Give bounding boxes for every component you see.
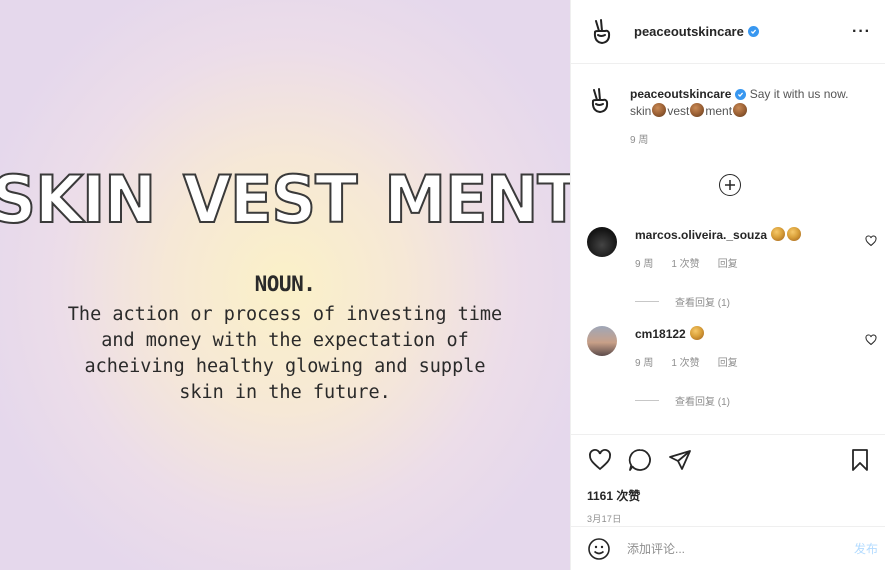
definition: The action or process of investing time … xyxy=(0,302,570,406)
comments-list[interactable]: peaceoutskincare Say it with us now. ski… xyxy=(571,64,885,434)
avatar[interactable] xyxy=(587,227,617,257)
view-replies-label: 查看回复 (1) xyxy=(675,298,730,309)
post-actions: 1161 次赞 3月17日 xyxy=(571,434,885,525)
headline-word-ment: MENT xyxy=(383,160,570,239)
heart-icon[interactable] xyxy=(865,235,877,247)
post-header: peaceoutskincare ··· xyxy=(571,0,885,64)
view-replies-label: 查看回复 (1) xyxy=(675,397,730,408)
header-username[interactable]: peaceoutskincare xyxy=(634,24,744,39)
reply-button[interactable]: 回复 xyxy=(718,354,738,369)
hand-emoji-icon xyxy=(733,103,748,117)
load-more-comments-button[interactable] xyxy=(719,174,741,196)
view-replies-button[interactable]: 查看回复 (1) xyxy=(635,393,877,408)
more-options-icon[interactable]: ··· xyxy=(852,23,871,41)
hand-emoji-icon xyxy=(690,103,705,117)
hand-emoji-icon xyxy=(787,227,802,241)
hand-emoji-icon xyxy=(771,227,786,241)
peace-hand-icon[interactable] xyxy=(587,86,613,116)
comment-username[interactable]: cm18122 xyxy=(635,327,686,341)
bookmark-icon[interactable] xyxy=(848,447,872,473)
comment-item: cm18122 9 周 1 次赞 回复 查看回复 (1) xyxy=(587,326,877,408)
divider xyxy=(635,400,659,401)
verified-badge-icon xyxy=(747,26,759,37)
caption-username[interactable]: peaceoutskincare xyxy=(630,87,731,101)
comment-input[interactable] xyxy=(627,541,854,556)
instagram-post: SKIN VEST MENT NOUN. The action or proce… xyxy=(0,0,885,570)
post-image[interactable]: SKIN VEST MENT NOUN. The action or proce… xyxy=(0,0,570,570)
caption-time[interactable]: 9 周 xyxy=(630,132,872,149)
headline: SKIN VEST MENT xyxy=(0,160,570,239)
share-icon[interactable] xyxy=(667,448,693,472)
post-date[interactable]: 3月17日 xyxy=(587,512,872,525)
post-comment-button[interactable]: 发布 xyxy=(854,540,878,557)
comment-likes[interactable]: 1 次赞 xyxy=(671,354,699,369)
emoji-icon[interactable] xyxy=(587,537,611,561)
comment-text: cm18122 xyxy=(635,326,859,342)
peace-hand-icon[interactable] xyxy=(587,17,617,47)
avatar[interactable] xyxy=(587,326,617,356)
reply-button[interactable]: 回复 xyxy=(718,255,738,270)
view-replies-button[interactable]: 查看回复 (1) xyxy=(635,294,877,309)
caption-body: peaceoutskincare Say it with us now. ski… xyxy=(630,86,872,149)
comment-time[interactable]: 9 周 xyxy=(635,255,653,270)
add-comment-bar: 发布 xyxy=(571,526,885,570)
comment-text: marcos.oliveira._souza xyxy=(635,227,859,243)
verified-badge-icon xyxy=(735,89,747,101)
comment-icon[interactable] xyxy=(627,448,653,472)
comment-username[interactable]: marcos.oliveira._souza xyxy=(635,228,767,242)
caption-text: ment xyxy=(705,104,733,118)
hand-emoji-icon xyxy=(652,103,667,117)
definition-line: acheiving healthy glowing and supple xyxy=(84,356,486,377)
comment-meta: 9 周 1 次赞 回复 xyxy=(635,354,859,369)
like-count[interactable]: 1161 次赞 xyxy=(587,487,872,504)
noun-label: NOUN. xyxy=(254,272,316,296)
heart-icon[interactable] xyxy=(587,448,613,472)
caption-text: vest xyxy=(667,104,690,118)
divider xyxy=(635,301,659,302)
comment-time[interactable]: 9 周 xyxy=(635,354,653,369)
definition-line: and money with the expectation of xyxy=(101,330,469,351)
comment-item: marcos.oliveira._souza 9 周 1 次赞 回复 查看回复 … xyxy=(587,227,877,309)
post-side-panel: peaceoutskincare ··· peaceoutskincare Sa… xyxy=(570,0,885,570)
comment-likes[interactable]: 1 次赞 xyxy=(671,255,699,270)
hand-emoji-icon xyxy=(690,326,705,340)
headline-word-skin: SKIN xyxy=(0,160,157,239)
headline-word-vest: VEST xyxy=(182,160,358,239)
caption: peaceoutskincare Say it with us now. ski… xyxy=(571,64,885,149)
definition-line: The action or process of investing time xyxy=(67,304,503,325)
comment-meta: 9 周 1 次赞 回复 xyxy=(635,255,859,270)
definition-line: skin in the future. xyxy=(179,382,391,403)
heart-icon[interactable] xyxy=(865,334,877,346)
